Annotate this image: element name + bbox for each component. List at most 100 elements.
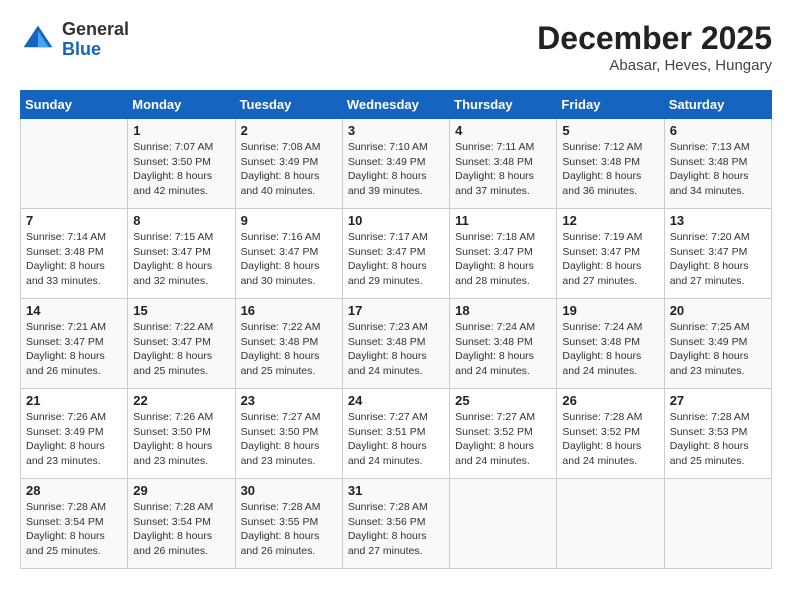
calendar-title: December 2025 bbox=[537, 20, 772, 57]
calendar-cell: 23 Sunrise: 7:27 AMSunset: 3:50 PMDayligh… bbox=[235, 389, 342, 479]
day-number: 7 bbox=[26, 213, 122, 228]
day-number: 17 bbox=[348, 303, 444, 318]
calendar-week-row: 1 Sunrise: 7:07 AMSunset: 3:50 PMDaylight… bbox=[21, 119, 772, 209]
calendar-cell: 5 Sunrise: 7:12 AMSunset: 3:48 PMDaylight… bbox=[557, 119, 664, 209]
day-info: Sunrise: 7:28 AMSunset: 3:52 PMDaylight:… bbox=[562, 410, 658, 469]
day-number: 5 bbox=[562, 123, 658, 138]
logo-blue: Blue bbox=[62, 39, 101, 59]
calendar-table: SundayMondayTuesdayWednesdayThursdayFrid… bbox=[20, 90, 772, 569]
day-info: Sunrise: 7:28 AMSunset: 3:56 PMDaylight:… bbox=[348, 500, 444, 559]
calendar-cell: 13Sunrise: 7:20 AMSunset: 3:47 PMDayligh… bbox=[664, 209, 771, 299]
calendar-cell: 1 Sunrise: 7:07 AMSunset: 3:50 PMDaylight… bbox=[128, 119, 235, 209]
calendar-cell: 14 Sunrise: 7:21 AMSunset: 3:47 PMDayligh… bbox=[21, 299, 128, 389]
day-info: Sunrise: 7:22 AMSunset: 3:47 PMDaylight:… bbox=[133, 320, 229, 379]
calendar-cell: 11 Sunrise: 7:18 AMSunset: 3:47 PMDayligh… bbox=[450, 209, 557, 299]
weekday-header: Friday bbox=[557, 91, 664, 119]
calendar-cell bbox=[21, 119, 128, 209]
day-number: 4 bbox=[455, 123, 551, 138]
calendar-cell: 10Sunrise: 7:17 AMSunset: 3:47 PMDayligh… bbox=[342, 209, 449, 299]
weekday-header-row: SundayMondayTuesdayWednesdayThursdayFrid… bbox=[21, 91, 772, 119]
day-info: Sunrise: 7:16 AMSunset: 3:47 PMDaylight:… bbox=[241, 230, 337, 289]
day-info: Sunrise: 7:18 AMSunset: 3:47 PMDaylight:… bbox=[455, 230, 551, 289]
day-info: Sunrise: 7:28 AMSunset: 3:54 PMDaylight:… bbox=[133, 500, 229, 559]
page-header: General Blue December 2025 Abasar, Heves… bbox=[20, 20, 772, 74]
weekday-header: Sunday bbox=[21, 91, 128, 119]
logo-general: General bbox=[62, 19, 129, 39]
calendar-cell: 8Sunrise: 7:15 AMSunset: 3:47 PMDaylight… bbox=[128, 209, 235, 299]
day-number: 14 bbox=[26, 303, 122, 318]
calendar-cell: 28 Sunrise: 7:28 AMSunset: 3:54 PMDayligh… bbox=[21, 479, 128, 569]
day-number: 19 bbox=[562, 303, 658, 318]
day-info: Sunrise: 7:12 AMSunset: 3:48 PMDaylight:… bbox=[562, 140, 658, 199]
day-number: 11 bbox=[455, 213, 551, 228]
calendar-cell: 3 Sunrise: 7:10 AMSunset: 3:49 PMDaylight… bbox=[342, 119, 449, 209]
day-number: 24 bbox=[348, 393, 444, 408]
day-info: Sunrise: 7:24 AMSunset: 3:48 PMDaylight:… bbox=[562, 320, 658, 379]
day-info: Sunrise: 7:20 AMSunset: 3:47 PMDaylight:… bbox=[670, 230, 766, 289]
day-number: 31 bbox=[348, 483, 444, 498]
day-info: Sunrise: 7:14 AMSunset: 3:48 PMDaylight:… bbox=[26, 230, 122, 289]
calendar-cell: 31 Sunrise: 7:28 AMSunset: 3:56 PMDayligh… bbox=[342, 479, 449, 569]
day-info: Sunrise: 7:27 AMSunset: 3:51 PMDaylight:… bbox=[348, 410, 444, 469]
day-info: Sunrise: 7:19 AMSunset: 3:47 PMDaylight:… bbox=[562, 230, 658, 289]
day-info: Sunrise: 7:07 AMSunset: 3:50 PMDaylight:… bbox=[133, 140, 229, 199]
calendar-cell: 4 Sunrise: 7:11 AMSunset: 3:48 PMDaylight… bbox=[450, 119, 557, 209]
day-info: Sunrise: 7:28 AMSunset: 3:55 PMDaylight:… bbox=[241, 500, 337, 559]
calendar-cell bbox=[664, 479, 771, 569]
calendar-subtitle: Abasar, Heves, Hungary bbox=[537, 57, 772, 74]
day-number: 18 bbox=[455, 303, 551, 318]
day-info: Sunrise: 7:08 AMSunset: 3:49 PMDaylight:… bbox=[241, 140, 337, 199]
day-number: 26 bbox=[562, 393, 658, 408]
logo-icon bbox=[20, 22, 56, 58]
day-number: 3 bbox=[348, 123, 444, 138]
day-info: Sunrise: 7:22 AMSunset: 3:48 PMDaylight:… bbox=[241, 320, 337, 379]
weekday-header: Thursday bbox=[450, 91, 557, 119]
day-number: 16 bbox=[241, 303, 337, 318]
logo: General Blue bbox=[20, 20, 129, 60]
day-number: 28 bbox=[26, 483, 122, 498]
weekday-header: Monday bbox=[128, 91, 235, 119]
calendar-cell: 27Sunrise: 7:28 AMSunset: 3:53 PMDayligh… bbox=[664, 389, 771, 479]
calendar-cell: 22Sunrise: 7:26 AMSunset: 3:50 PMDayligh… bbox=[128, 389, 235, 479]
day-info: Sunrise: 7:26 AMSunset: 3:50 PMDaylight:… bbox=[133, 410, 229, 469]
day-number: 23 bbox=[241, 393, 337, 408]
title-block: December 2025 Abasar, Heves, Hungary bbox=[537, 20, 772, 74]
day-info: Sunrise: 7:28 AMSunset: 3:54 PMDaylight:… bbox=[26, 500, 122, 559]
day-number: 6 bbox=[670, 123, 766, 138]
day-info: Sunrise: 7:13 AMSunset: 3:48 PMDaylight:… bbox=[670, 140, 766, 199]
weekday-header: Tuesday bbox=[235, 91, 342, 119]
day-info: Sunrise: 7:10 AMSunset: 3:49 PMDaylight:… bbox=[348, 140, 444, 199]
calendar-week-row: 14 Sunrise: 7:21 AMSunset: 3:47 PMDayligh… bbox=[21, 299, 772, 389]
calendar-cell: 19 Sunrise: 7:24 AMSunset: 3:48 PMDayligh… bbox=[557, 299, 664, 389]
day-info: Sunrise: 7:27 AMSunset: 3:50 PMDaylight:… bbox=[241, 410, 337, 469]
day-info: Sunrise: 7:23 AMSunset: 3:48 PMDaylight:… bbox=[348, 320, 444, 379]
day-number: 8 bbox=[133, 213, 229, 228]
calendar-cell bbox=[557, 479, 664, 569]
calendar-cell: 25 Sunrise: 7:27 AMSunset: 3:52 PMDayligh… bbox=[450, 389, 557, 479]
calendar-week-row: 7 Sunrise: 7:14 AMSunset: 3:48 PMDaylight… bbox=[21, 209, 772, 299]
day-info: Sunrise: 7:11 AMSunset: 3:48 PMDaylight:… bbox=[455, 140, 551, 199]
day-number: 10 bbox=[348, 213, 444, 228]
weekday-header: Wednesday bbox=[342, 91, 449, 119]
calendar-cell: 2 Sunrise: 7:08 AMSunset: 3:49 PMDaylight… bbox=[235, 119, 342, 209]
calendar-cell: 7 Sunrise: 7:14 AMSunset: 3:48 PMDaylight… bbox=[21, 209, 128, 299]
day-number: 12 bbox=[562, 213, 658, 228]
calendar-cell: 20 Sunrise: 7:25 AMSunset: 3:49 PMDayligh… bbox=[664, 299, 771, 389]
calendar-cell: 30Sunrise: 7:28 AMSunset: 3:55 PMDayligh… bbox=[235, 479, 342, 569]
day-info: Sunrise: 7:26 AMSunset: 3:49 PMDaylight:… bbox=[26, 410, 122, 469]
day-info: Sunrise: 7:27 AMSunset: 3:52 PMDaylight:… bbox=[455, 410, 551, 469]
day-number: 27 bbox=[670, 393, 766, 408]
day-info: Sunrise: 7:21 AMSunset: 3:47 PMDaylight:… bbox=[26, 320, 122, 379]
calendar-cell bbox=[450, 479, 557, 569]
day-number: 1 bbox=[133, 123, 229, 138]
day-number: 2 bbox=[241, 123, 337, 138]
day-number: 9 bbox=[241, 213, 337, 228]
day-number: 25 bbox=[455, 393, 551, 408]
day-info: Sunrise: 7:25 AMSunset: 3:49 PMDaylight:… bbox=[670, 320, 766, 379]
calendar-cell: 16 Sunrise: 7:22 AMSunset: 3:48 PMDayligh… bbox=[235, 299, 342, 389]
day-number: 29 bbox=[133, 483, 229, 498]
calendar-cell: 15Sunrise: 7:22 AMSunset: 3:47 PMDayligh… bbox=[128, 299, 235, 389]
day-number: 20 bbox=[670, 303, 766, 318]
calendar-week-row: 28 Sunrise: 7:28 AMSunset: 3:54 PMDayligh… bbox=[21, 479, 772, 569]
calendar-cell: 21Sunrise: 7:26 AMSunset: 3:49 PMDayligh… bbox=[21, 389, 128, 479]
